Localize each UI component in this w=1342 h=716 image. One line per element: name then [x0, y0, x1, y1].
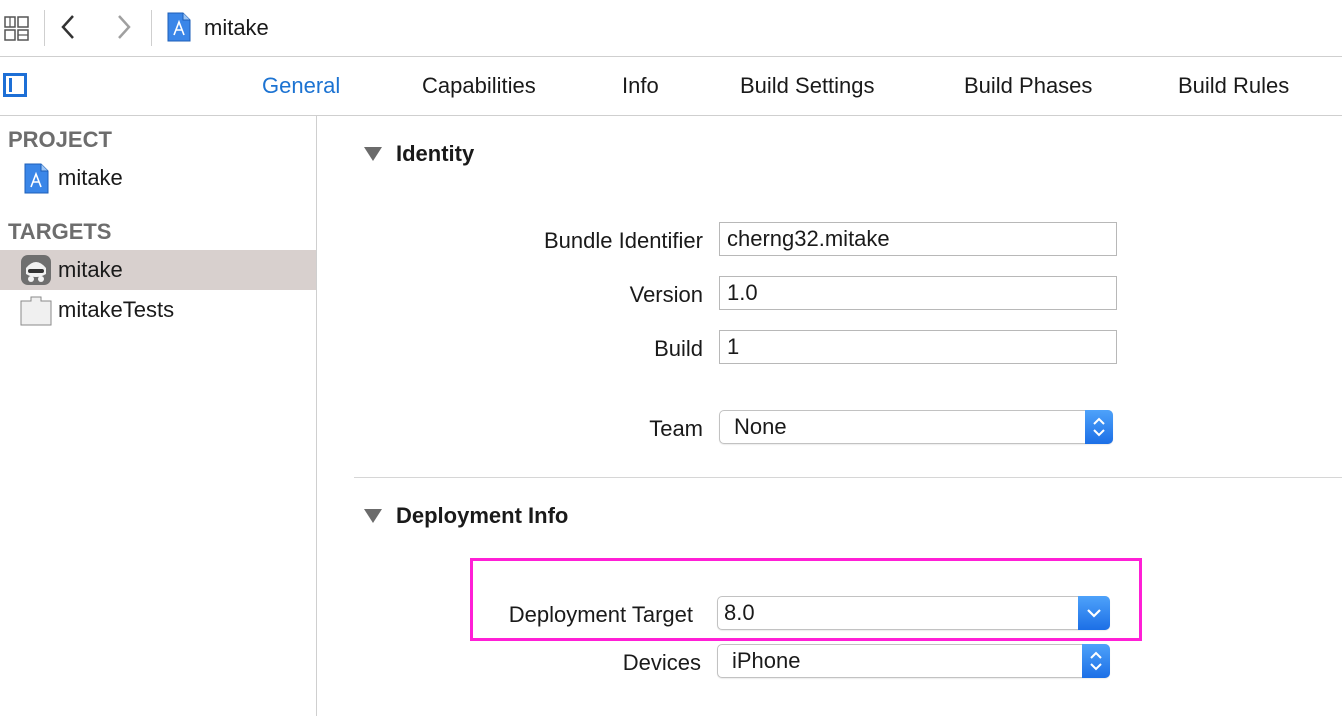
project-navigator-sidebar: PROJECT mitake TARGETS mitake mitakeTest… [0, 116, 317, 716]
jump-bar: mitake [0, 0, 1342, 57]
tab-build-settings[interactable]: Build Settings [740, 73, 875, 99]
targets-heading: TARGETS [8, 219, 112, 244]
toolbar-divider [151, 10, 152, 46]
devices-popup-value: iPhone [732, 648, 801, 673]
sidebar-item-label: mitakeTests [58, 297, 175, 322]
team-popup[interactable]: None [719, 410, 1113, 444]
project-heading: PROJECT [8, 127, 112, 152]
deployment-target-combo[interactable]: 8.0 [717, 596, 1110, 630]
tab-info[interactable]: Info [622, 73, 659, 99]
tab-capabilities[interactable]: Capabilities [422, 73, 536, 99]
xcode-project-icon [166, 12, 192, 42]
deployment-target-value: 8.0 [724, 600, 755, 625]
xcode-project-icon [20, 162, 52, 194]
sidebar-item-target-mitaketests[interactable]: mitakeTests [0, 290, 316, 330]
related-items-grid-icon[interactable] [3, 15, 31, 43]
deployment-info-heading: Deployment Info [396, 503, 569, 528]
tab-build-rules[interactable]: Build Rules [1178, 73, 1289, 99]
deployment-target-label: Deployment Target [508, 602, 693, 627]
forward-arrow-icon[interactable] [116, 13, 132, 47]
back-arrow-icon[interactable] [60, 13, 76, 47]
chevron-down-icon[interactable] [1078, 596, 1110, 630]
editor-tab-bar: General Capabilities Info Build Settings… [0, 57, 1342, 116]
up-down-chevron-icon [1082, 644, 1110, 678]
devices-popup[interactable]: iPhone [717, 644, 1110, 678]
toolbar-divider [44, 10, 45, 46]
sidebar-item-label: mitake [58, 257, 123, 282]
disclosure-triangle-icon[interactable] [364, 147, 382, 161]
team-popup-value: None [734, 414, 787, 439]
build-label: Build [654, 336, 703, 361]
bundle-identifier-field[interactable]: cherng32.mitake [719, 222, 1117, 256]
breadcrumb-project-name[interactable]: mitake [204, 15, 269, 41]
bundle-identifier-label: Bundle Identifier [544, 228, 703, 253]
up-down-chevron-icon [1085, 410, 1113, 444]
tab-general[interactable]: General [262, 73, 340, 99]
version-label: Version [629, 282, 703, 307]
version-field[interactable]: 1.0 [719, 276, 1117, 310]
tab-build-phases[interactable]: Build Phases [964, 73, 1092, 99]
app-target-icon [20, 254, 52, 286]
team-label: Team [649, 416, 703, 441]
test-bundle-icon [20, 294, 52, 326]
sidebar-item-target-mitake[interactable]: mitake [0, 250, 316, 290]
build-field[interactable]: 1 [719, 330, 1117, 364]
disclosure-triangle-icon[interactable] [364, 509, 382, 523]
sidebar-item-project-mitake[interactable]: mitake [0, 158, 316, 198]
identity-heading: Identity [396, 141, 475, 166]
sidebar-item-label: mitake [58, 165, 123, 190]
sidebar-toggle-icon[interactable] [3, 73, 27, 97]
devices-label: Devices [622, 650, 701, 675]
section-divider [354, 477, 1342, 478]
